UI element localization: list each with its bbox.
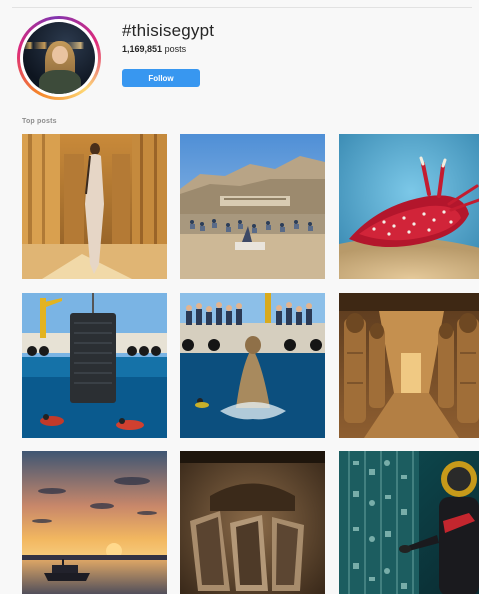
post-count-value: 1,169,851 (122, 44, 163, 54)
post-image-3 (339, 134, 479, 279)
post-thumbnail-1[interactable] (22, 134, 167, 279)
post-image-6 (339, 293, 479, 438)
post-thumbnail-8[interactable] (180, 451, 325, 594)
post-image-8 (180, 451, 325, 594)
post-image-7 (22, 451, 167, 594)
post-image-1 (22, 134, 167, 279)
hashtag-title: #thisisegypt (122, 21, 215, 40)
post-count: 1,169,851 posts (122, 44, 186, 54)
post-thumbnail-2[interactable] (180, 134, 325, 279)
top-divider (12, 7, 472, 8)
avatar-photo (23, 22, 95, 94)
post-image-9 (339, 451, 479, 594)
top-posts-label: Top posts (22, 118, 57, 125)
post-image-5 (180, 293, 325, 438)
post-image-2 (180, 134, 325, 279)
follow-button[interactable]: Follow (122, 69, 200, 87)
post-thumbnail-5[interactable] (180, 293, 325, 438)
post-thumbnail-4[interactable] (22, 293, 167, 438)
post-image-4 (22, 293, 167, 438)
post-thumbnail-7[interactable] (22, 451, 167, 594)
hashtag-avatar[interactable] (17, 16, 101, 100)
post-count-suffix: posts (164, 44, 187, 54)
post-thumbnail-6[interactable] (339, 293, 479, 438)
post-thumbnail-3[interactable] (339, 134, 479, 279)
post-thumbnail-9[interactable] (339, 451, 479, 594)
